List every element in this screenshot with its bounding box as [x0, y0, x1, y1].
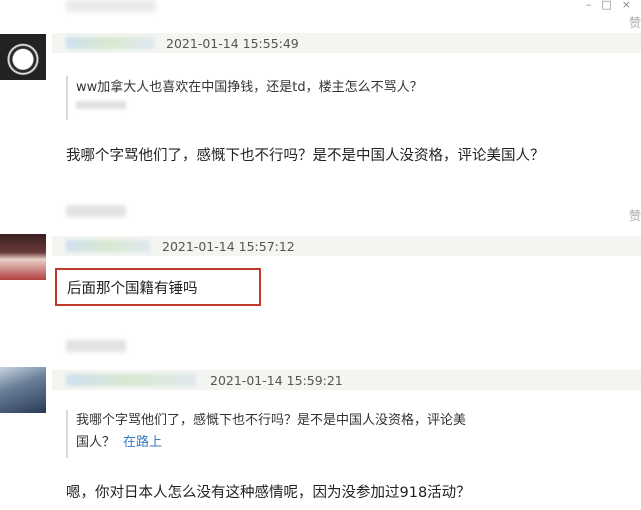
quote-text: ww加拿大人也喜欢在中国挣钱，还是td，楼主怎么不骂人？ — [76, 80, 423, 95]
avatar[interactable] — [0, 367, 46, 413]
avatar[interactable] — [0, 234, 46, 280]
comment-meta: 2021-01-14 15:59:21 — [52, 370, 641, 390]
comment-text: 我哪个字骂他们了，感慨下也不行吗？是不是中国人没资格，评论美国人？ — [66, 148, 545, 164]
edge-glyph[interactable]: 赞 — [629, 207, 641, 224]
edge-glyph-top[interactable]: 赞 — [629, 14, 641, 31]
quoted-comment: 我哪个字骂他们了，感慨下也不行吗？是不是中国人没资格，评论美 国人？ 在路上 — [66, 410, 516, 458]
blurred-username — [66, 340, 126, 352]
quoted-comment: ww加拿大人也喜欢在中国挣钱，还是td，楼主怎么不骂人？ — [66, 76, 516, 120]
highlighted-comment-text: 后面那个国籍有锤吗 — [55, 268, 261, 306]
comment-text: 嗯，你对日本人怎么没有这种感情呢，因为没参加过918活动？ — [66, 485, 471, 501]
quote-text-cont: 国人？ — [76, 435, 116, 450]
blurred-username[interactable] — [66, 240, 150, 252]
blurred-quote-author — [76, 101, 126, 109]
comment-meta: 2021-01-14 15:57:12 — [52, 236, 641, 256]
blurred-username[interactable] — [66, 37, 154, 49]
minimize-icon[interactable]: – — [586, 0, 592, 12]
avatar[interactable] — [0, 34, 46, 80]
comment-timestamp: 2021-01-14 15:55:49 — [166, 35, 299, 51]
blurred-username[interactable] — [66, 374, 196, 386]
quote-author-link[interactable]: 在路上 — [123, 435, 162, 450]
comment-meta: 2021-01-14 15:55:49 — [52, 33, 641, 53]
comment-timestamp: 2021-01-14 15:57:12 — [162, 238, 295, 254]
window-controls: – □ × — [586, 0, 641, 12]
blurred-header-text — [66, 0, 156, 12]
quote-text: 我哪个字骂他们了，感慨下也不行吗？是不是中国人没资格，评论美 — [76, 413, 467, 428]
close-icon[interactable]: × — [622, 0, 631, 12]
comment-timestamp: 2021-01-14 15:59:21 — [210, 372, 343, 388]
comment-text: 后面那个国籍有锤吗 — [67, 280, 198, 297]
blurred-username — [66, 205, 126, 217]
maximize-icon[interactable]: □ — [601, 0, 611, 12]
